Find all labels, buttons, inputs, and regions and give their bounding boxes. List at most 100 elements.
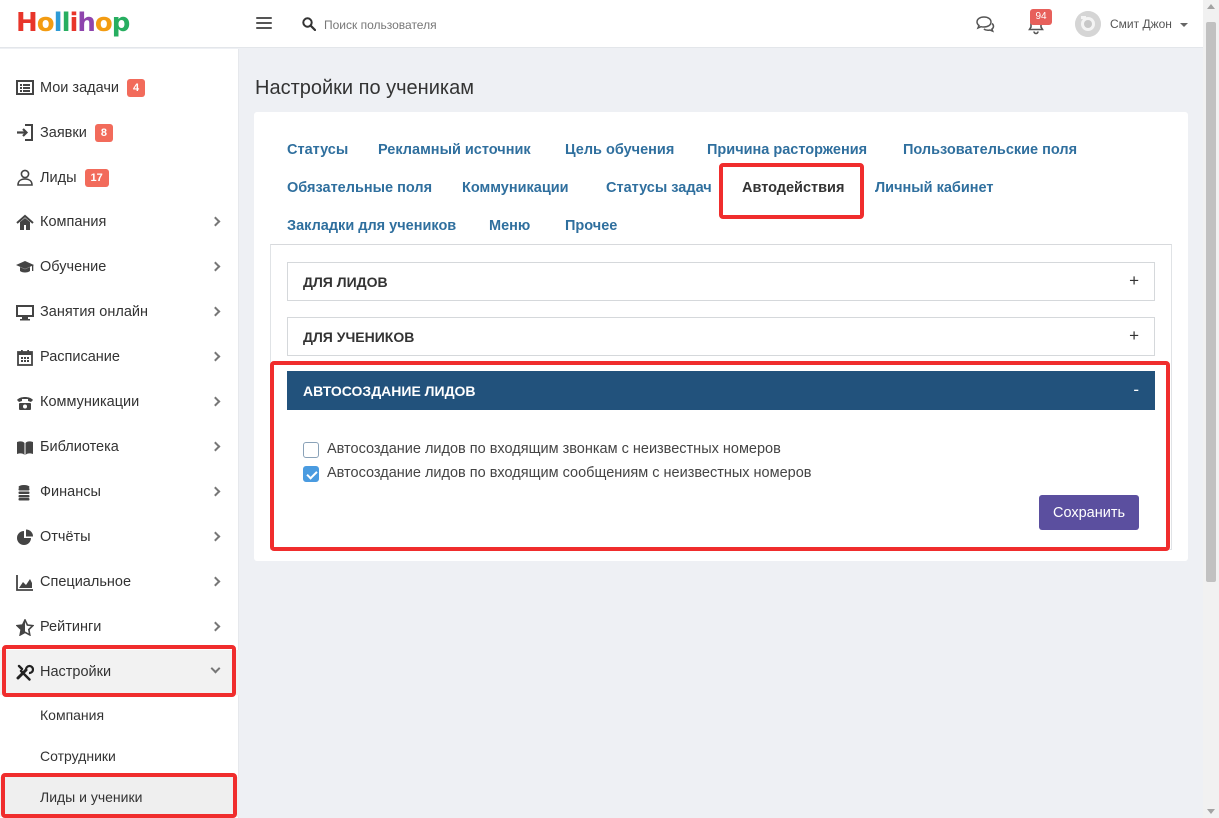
sidebar-item-special[interactable]: Специальное xyxy=(0,560,239,605)
chevron-right-icon xyxy=(210,531,221,542)
tab-custom-fields[interactable]: Пользовательские поля xyxy=(903,142,1077,158)
logo-letter: p xyxy=(111,8,131,38)
logo-letter: H xyxy=(16,8,38,38)
scroll-down-icon[interactable] xyxy=(1207,809,1215,814)
sidebar-item-settings[interactable]: Настройки xyxy=(0,650,239,695)
sidebar-item-online-classes[interactable]: Занятия онлайн xyxy=(0,290,239,335)
search-input[interactable] xyxy=(324,14,624,36)
chevron-right-icon xyxy=(210,216,221,227)
tab-menu[interactable]: Меню xyxy=(489,218,530,234)
page-title: Настройки по ученикам xyxy=(255,77,474,99)
sidebar-subitem-company[interactable]: Компания xyxy=(0,695,239,735)
chevron-right-icon xyxy=(210,441,221,452)
coins-icon xyxy=(18,485,30,501)
chevron-right-icon xyxy=(210,576,221,587)
chat-icon[interactable] xyxy=(975,15,995,33)
logo-letter: l xyxy=(53,8,63,38)
sidebar-item-label: Рейтинги xyxy=(40,619,102,635)
expand-icon: + xyxy=(1129,326,1139,345)
pie-chart-icon xyxy=(17,529,33,545)
sidebar-item-label: Специальное xyxy=(40,574,132,590)
scrollbar-thumb[interactable] xyxy=(1206,22,1216,582)
tab-task-statuses[interactable]: Статусы задач xyxy=(606,180,712,196)
chevron-right-icon xyxy=(210,396,221,407)
tab-auto-actions[interactable]: Автодействия xyxy=(742,180,844,196)
search-icon xyxy=(302,17,316,31)
tab-learning-goal[interactable]: Цель обучения xyxy=(565,142,674,158)
expand-icon: + xyxy=(1129,271,1139,290)
sidebar-item-schedule[interactable]: Расписание xyxy=(0,335,239,380)
tab-termination-reason[interactable]: Причина расторжения xyxy=(707,142,867,158)
top-bar: Hollihop 94 Смит Джон xyxy=(0,0,1203,48)
requests-count-badge: 8 xyxy=(94,124,113,142)
sidebar-item-reports[interactable]: Отчёты xyxy=(0,515,239,560)
tasks-icon xyxy=(16,80,34,95)
accordion-title: ДЛЯ ЛИДОВ xyxy=(303,274,388,290)
tools-icon xyxy=(16,664,34,681)
sidebar-item-label: Обучение xyxy=(40,259,107,275)
leads-count-badge: 17 xyxy=(84,169,109,187)
accordion-for-leads[interactable]: ДЛЯ ЛИДОВ + xyxy=(287,262,1155,301)
star-icon xyxy=(16,619,34,636)
chevron-right-icon xyxy=(210,486,221,497)
user-menu-caret-icon[interactable] xyxy=(1180,23,1188,27)
accordion-for-students[interactable]: ДЛЯ УЧЕНИКОВ + xyxy=(287,317,1155,356)
logo-letter: l xyxy=(61,8,71,38)
checkbox-auto-create-messages[interactable] xyxy=(303,466,319,482)
sidebar-subitem-employees[interactable]: Сотрудники xyxy=(0,736,239,776)
sidebar-subitem-label: Сотрудники xyxy=(40,748,116,764)
checkbox-label: Автосоздание лидов по входящим звонкам с… xyxy=(327,441,781,457)
sidebar-item-library[interactable]: Библиотека xyxy=(0,425,239,470)
sidebar-item-education[interactable]: Обучение xyxy=(0,245,239,290)
notifications-badge: 94 xyxy=(1030,9,1052,25)
calendar-icon xyxy=(17,350,33,366)
sidebar-item-label: Лиды xyxy=(40,170,77,186)
logo-letter: o xyxy=(94,8,113,38)
avatar[interactable] xyxy=(1075,11,1101,37)
tab-statuses[interactable]: Статусы xyxy=(287,142,348,158)
sidebar-item-my-tasks[interactable]: Мои задачи 4 xyxy=(0,65,239,110)
home-icon xyxy=(16,214,34,230)
chevron-down-icon xyxy=(210,663,221,674)
tab-required-fields[interactable]: Обязательные поля xyxy=(287,180,432,196)
hamburger-icon[interactable] xyxy=(256,15,272,33)
sidebar-subitem-leads-and-students[interactable]: Лиды и ученики xyxy=(0,777,239,817)
sidebar-subitem-label: Лиды и ученики xyxy=(40,789,143,805)
tab-student-bookmarks[interactable]: Закладки для учеников xyxy=(287,218,456,234)
save-button[interactable]: Сохранить xyxy=(1039,495,1139,530)
sidebar-item-leads[interactable]: Лиды 17 xyxy=(0,155,239,200)
sidebar-item-finance[interactable]: Финансы xyxy=(0,470,239,515)
tab-ad-source[interactable]: Рекламный источник xyxy=(378,142,531,158)
user-icon xyxy=(17,169,33,186)
hollihop-logo[interactable]: Hollihop xyxy=(16,8,131,38)
sidebar-item-company[interactable]: Компания xyxy=(0,200,239,245)
sidebar-item-label: Мои задачи xyxy=(40,80,120,96)
monitor-icon xyxy=(16,305,34,321)
sidebar-item-requests[interactable]: Заявки 8 xyxy=(0,110,239,155)
chevron-right-icon xyxy=(210,261,221,272)
phone-icon xyxy=(17,397,33,410)
sidebar-item-ratings[interactable]: Рейтинги xyxy=(0,605,239,650)
scrollbar[interactable] xyxy=(1203,0,1219,818)
sidebar-item-communications[interactable]: Коммуникации xyxy=(0,380,239,425)
tab-other[interactable]: Прочее xyxy=(565,218,617,234)
sidebar-item-label: Отчёты xyxy=(40,529,91,545)
sidebar-item-label: Заявки xyxy=(40,125,87,141)
logo-letter: i xyxy=(69,8,78,38)
logo-letter: h xyxy=(77,8,95,38)
sign-in-icon xyxy=(17,124,33,141)
checkbox-auto-create-calls[interactable] xyxy=(303,442,319,458)
sidebar-item-label: Коммуникации xyxy=(40,394,140,410)
user-name[interactable]: Смит Джон xyxy=(1110,17,1172,31)
sidebar-item-label: Компания xyxy=(40,214,107,230)
collapse-icon: - xyxy=(1133,380,1139,399)
accordion-title: АВТОСОЗДАНИЕ ЛИДОВ xyxy=(303,383,476,399)
tab-personal-account[interactable]: Личный кабинет xyxy=(875,180,994,196)
sidebar: Мои задачи 4 Заявки 8 Лиды 17 Компания Обуч… xyxy=(0,49,239,818)
sidebar-item-label: Расписание xyxy=(40,349,120,365)
scroll-up-icon[interactable] xyxy=(1207,4,1215,9)
accordion-auto-create-leads[interactable]: АВТОСОЗДАНИЕ ЛИДОВ - xyxy=(287,371,1155,410)
chevron-right-icon xyxy=(210,621,221,632)
chevron-right-icon xyxy=(210,306,221,317)
tab-communications[interactable]: Коммуникации xyxy=(462,180,569,196)
